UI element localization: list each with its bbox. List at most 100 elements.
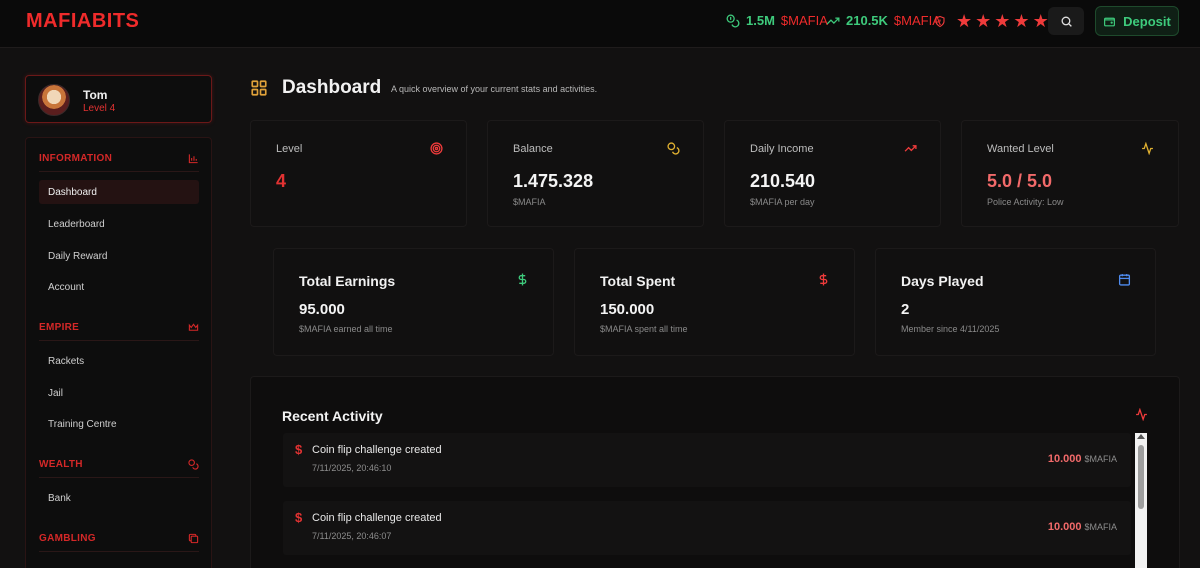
page-subtitle: A quick overview of your current stats a… (391, 84, 598, 94)
sidebar-item-daily-reward[interactable]: Daily Reward (39, 244, 199, 268)
stat-sub: $MAFIA (513, 197, 546, 207)
profile-name: Tom (83, 88, 108, 102)
summary-card-days-played: Days Played 2 Member since 4/11/2025 (875, 248, 1156, 356)
summary-sub: Member since 4/11/2025 (901, 324, 1000, 334)
summary-label: Total Earnings (299, 273, 396, 289)
activity-amount-value: 10.000 (1047, 453, 1082, 465)
summary-value: 150.000 (600, 301, 655, 318)
avatar (38, 84, 70, 116)
page-title: Dashboard (282, 77, 382, 98)
sidebar-item-leaderboard[interactable]: Leaderboard (39, 212, 199, 236)
scroll-thumb[interactable] (1138, 445, 1144, 509)
nav-section-label: WEALTH (39, 459, 83, 470)
sidebar-item-rackets[interactable]: Rackets (39, 349, 199, 373)
stat-sub: $MAFIA per day (750, 197, 815, 207)
nav-section-empire: EMPIRE (39, 319, 199, 341)
sidebar-item-account[interactable]: Account (39, 275, 199, 299)
activity-time: 7/11/2025, 20:46:10 (312, 463, 392, 473)
summary-card-total-earnings: Total Earnings 95.000 $MAFIA earned all … (273, 248, 554, 356)
calendar-icon (1118, 274, 1131, 286)
bar-chart-icon (188, 154, 198, 164)
star-icon: ★ (994, 11, 1011, 31)
nav-section-label: GAMBLING (39, 533, 96, 544)
stat-label: Wanted Level (987, 143, 1054, 155)
scroll-up-arrow[interactable] (1137, 434, 1145, 439)
profile-card[interactable]: Tom Level 4 (25, 75, 212, 123)
sidebar-item-dashboard[interactable]: Dashboard (39, 180, 199, 204)
activity-amount: 10.000 $MAFIA (1048, 453, 1117, 465)
activity-amount-value: 10.000 (1047, 521, 1082, 533)
stat-card-daily-income: Daily Income 210.540 $MAFIA per day (724, 120, 941, 227)
shield-alert-icon (935, 15, 945, 27)
search-icon (1061, 16, 1072, 27)
target-icon (430, 142, 443, 155)
stat-value: 4 (276, 171, 287, 191)
layout-grid-icon (251, 80, 267, 96)
star-icon: ★ (1013, 11, 1030, 31)
header-income-value: 210.5K (846, 13, 888, 28)
activity-text: Coin flip challenge created (312, 444, 442, 456)
dollar-icon: $ (295, 442, 303, 457)
stat-label: Balance (513, 143, 553, 155)
top-bar: MAFIABITS 1.5M $MAFIA 210.5K $MAFIA ★ ★ … (0, 0, 1200, 48)
trending-up-icon (826, 16, 840, 24)
dollar-icon (518, 273, 527, 286)
deposit-button[interactable]: Deposit (1095, 6, 1179, 36)
logo[interactable]: MAFIABITS (26, 10, 139, 33)
star-icon: ★ (1032, 11, 1049, 31)
sidebar-item-bank[interactable]: Bank (39, 486, 199, 510)
stat-value: 5.0 / 5.0 (987, 171, 1053, 191)
coins-icon (726, 14, 740, 27)
wanted-stars: ★ ★ ★ ★ ★ (934, 11, 1049, 31)
stat-label: Daily Income (750, 143, 814, 155)
summary-sub: $MAFIA spent all time (600, 324, 688, 334)
recent-activity-title: Recent Activity (282, 408, 383, 424)
activity-amount-unit: $MAFIA (1084, 522, 1117, 532)
activity-icon (1142, 142, 1153, 155)
summary-sub: $MAFIA earned all time (299, 324, 393, 334)
activity-scrollbar[interactable] (1135, 433, 1147, 568)
dollar-icon: $ (295, 510, 303, 525)
header-balance-unit: $MAFIA (780, 13, 828, 28)
nav-section-wealth: WEALTH (39, 456, 199, 478)
activity-row[interactable]: $ Coin flip challenge created 7/11/2025,… (283, 433, 1131, 487)
dollar-icon (819, 273, 828, 286)
recent-activity-panel: Recent Activity $ Coin flip challenge cr… (250, 376, 1180, 568)
dice-icon (188, 533, 199, 544)
summary-label: Total Spent (600, 273, 676, 289)
star-icon: ★ (975, 11, 992, 31)
activity-time: 7/11/2025, 20:46:07 (312, 531, 392, 541)
nav-section-label: EMPIRE (39, 322, 80, 333)
activity-row[interactable]: $ Coin flip challenge created 7/11/2025,… (283, 501, 1131, 555)
stat-card-level: Level 4 (250, 120, 467, 227)
sidebar-item-training-centre[interactable]: Training Centre (39, 412, 199, 436)
nav-section-information: INFORMATION (39, 150, 199, 172)
sidebar-nav: INFORMATION Dashboard Leaderboard Daily … (25, 137, 212, 568)
stat-label: Level (276, 143, 303, 155)
wallet-icon (1104, 17, 1116, 26)
stat-card-balance: Balance 1.475.328 $MAFIA (487, 120, 704, 227)
stat-value: 210.540 (750, 171, 816, 191)
profile-level: Level 4 (83, 103, 116, 114)
coins-icon (667, 142, 680, 155)
trending-up-icon (904, 145, 917, 152)
summary-label: Days Played (901, 273, 984, 289)
nav-section-label: INFORMATION (39, 153, 113, 164)
search-button[interactable] (1048, 7, 1084, 35)
stat-sub: Police Activity: Low (987, 197, 1064, 207)
activity-text: Coin flip challenge created (312, 512, 442, 524)
nav-section-gambling: GAMBLING (39, 530, 199, 552)
crown-icon (188, 323, 199, 331)
activity-icon (1136, 408, 1147, 421)
header-income: 210.5K $MAFIA (826, 13, 941, 28)
activity-amount-unit: $MAFIA (1084, 454, 1117, 464)
sidebar-item-jail[interactable]: Jail (39, 381, 199, 405)
header-balance-value: 1.5M (746, 13, 775, 28)
activity-amount: 10.000 $MAFIA (1048, 521, 1117, 533)
coins-icon (188, 459, 199, 470)
summary-value: 95.000 (299, 301, 345, 318)
stat-value: 1.475.328 (513, 171, 594, 191)
header-balance: 1.5M $MAFIA (726, 13, 828, 28)
deposit-label: Deposit (1123, 13, 1171, 29)
star-icon: ★ (956, 11, 973, 31)
